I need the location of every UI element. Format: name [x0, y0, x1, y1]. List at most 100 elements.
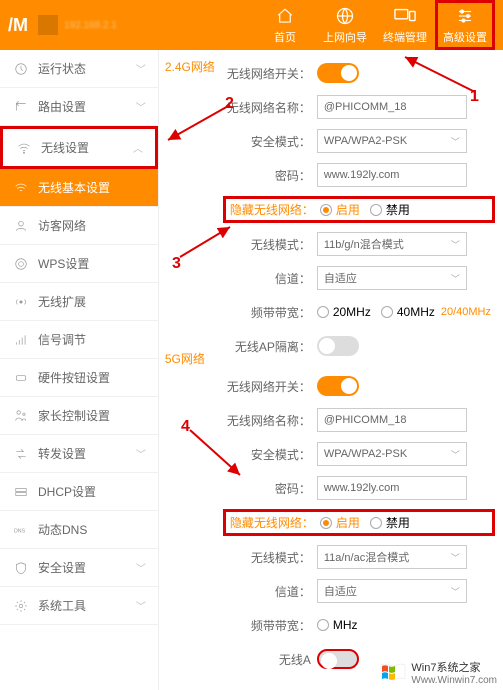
radio-40mhz[interactable]: 40MHz — [381, 305, 435, 319]
select-mode-5g[interactable]: 11a/n/ac混合模式﹀ — [317, 545, 467, 569]
radio-20mhz[interactable]: 20MHz — [317, 305, 371, 319]
row-pwd-24g: 密码：www.192ly.com — [227, 162, 491, 188]
input-pwd-24g[interactable]: www.192ly.com — [317, 163, 467, 187]
top-nav: 首页 上网向导 终端管理 高级设置 — [255, 0, 495, 50]
toggle-switch-24g[interactable] — [317, 63, 359, 83]
nav-label: 上网向导 — [323, 29, 367, 45]
sidebar-item-hardware[interactable]: 硬件按钮设置 — [0, 359, 158, 397]
label-hide: 隐藏无线网络： — [230, 201, 314, 218]
sidebar-item-signal[interactable]: 信号调节 — [0, 321, 158, 359]
sidebar-item-guest[interactable]: 访客网络 — [0, 207, 158, 245]
caret-icon: ﹀ — [451, 551, 460, 564]
label-bw: 频带带宽： — [227, 617, 311, 634]
svg-text:DNS: DNS — [14, 528, 26, 534]
caret-icon: ﹀ — [451, 135, 460, 148]
bw-ext-label: 20/40MHz — [441, 306, 491, 318]
radio-bw-5g[interactable]: MHz — [317, 618, 358, 632]
row-channel-24g: 信道： 自适应﹀ — [227, 265, 491, 291]
row-bw-5g: 频带带宽： MHz — [227, 612, 491, 638]
dhcp-icon — [12, 485, 30, 499]
watermark: Win7系统之家 Www.Winwin7.com — [379, 659, 497, 686]
radio-enable-24g[interactable]: 启用 — [320, 201, 360, 218]
sidebar-label: 系统工具 — [38, 597, 86, 614]
select-sec-24g[interactable]: WPA/WPA2-PSK﹀ — [317, 129, 467, 153]
globe-icon — [335, 5, 355, 27]
input-name-5g[interactable]: @PHICOMM_18 — [317, 408, 467, 432]
caret-icon: ﹀ — [451, 585, 460, 598]
sidebar-label: 动态DNS — [38, 521, 87, 538]
radio-disable-24g[interactable]: 禁用 — [370, 201, 410, 218]
label-channel: 信道： — [227, 270, 311, 287]
chevron-down-icon: ﹀ — [136, 99, 146, 114]
row-hide-5g: 隐藏无线网络： 启用 禁用 — [223, 509, 495, 536]
radio-group-hide-24g: 启用 禁用 — [320, 201, 410, 218]
sidebar-item-security[interactable]: 安全设置﹀ — [0, 549, 158, 587]
sliders-icon — [455, 5, 475, 27]
row-sec-24g: 安全模式：WPA/WPA2-PSK﹀ — [227, 128, 491, 154]
nav-terminal[interactable]: 终端管理 — [375, 0, 435, 50]
sidebar-label: DHCP设置 — [38, 483, 96, 500]
wifi-icon — [15, 141, 33, 155]
sidebar-item-wps[interactable]: WPS设置 — [0, 245, 158, 283]
label-pwd: 密码： — [227, 480, 311, 497]
radio-group-hide-5g: 启用 禁用 — [320, 514, 410, 531]
label-switch: 无线网络开关： — [227, 65, 311, 82]
select-sec-5g[interactable]: WPA/WPA2-PSK﹀ — [317, 442, 467, 466]
sidebar-item-dhcp[interactable]: DHCP设置 — [0, 473, 158, 511]
nav-guide[interactable]: 上网向导 — [315, 0, 375, 50]
radio-group-bw-5g: MHz — [317, 618, 358, 632]
nav-label: 首页 — [274, 29, 296, 45]
sidebar-item-tools[interactable]: 系统工具﹀ — [0, 587, 158, 625]
select-mode-24g[interactable]: 11b/g/n混合模式﹀ — [317, 232, 467, 256]
row-name-5g: 无线网络名称：@PHICOMM_18 — [227, 407, 491, 433]
sidebar-label: 路由设置 — [38, 98, 86, 115]
radio-enable-5g[interactable]: 启用 — [320, 514, 360, 531]
toggle-ap-24g[interactable] — [317, 336, 359, 356]
radio-dot-icon — [370, 517, 382, 529]
sidebar-label: 无线设置 — [41, 139, 89, 156]
row-sec-5g: 安全模式： WPA/WPA2-PSK﹀ — [227, 441, 491, 467]
toggle-switch-5g[interactable] — [317, 376, 359, 396]
nav-home[interactable]: 首页 — [255, 0, 315, 50]
sidebar-item-extend[interactable]: 无线扩展 — [0, 283, 158, 321]
select-channel-24g[interactable]: 自适应﹀ — [317, 266, 467, 290]
row-ap-24g: 无线AP隔离： — [227, 333, 491, 359]
input-pwd-5g[interactable]: www.192ly.com — [317, 476, 467, 500]
radio-dot-icon — [320, 517, 332, 529]
nav-label: 高级设置 — [443, 29, 487, 45]
sidebar-label: 无线基本设置 — [38, 179, 110, 196]
status-icon — [12, 62, 30, 76]
radio-dot-icon — [370, 204, 382, 216]
radio-dot-icon — [317, 619, 329, 631]
nav-advanced[interactable]: 高级设置 — [435, 0, 495, 50]
sidebar-item-route[interactable]: 路由设置 ﹀ — [0, 88, 158, 126]
sidebar-label: 运行状态 — [38, 60, 86, 77]
sidebar-item-wireless-basic[interactable]: 无线基本设置 — [0, 169, 158, 207]
label-mode: 无线模式： — [227, 236, 311, 253]
home-icon — [275, 5, 295, 27]
select-channel-5g[interactable]: 自适应﹀ — [317, 579, 467, 603]
row-switch-24g: 无线网络开关： — [227, 60, 491, 86]
button-icon — [12, 371, 30, 385]
radio-disable-5g[interactable]: 禁用 — [370, 514, 410, 531]
gear-icon — [12, 599, 30, 613]
row-hide-24g: 隐藏无线网络： 启用 禁用 — [223, 196, 495, 223]
label-sec: 安全模式： — [227, 446, 311, 463]
route-icon — [12, 100, 30, 114]
sidebar: 运行状态﹀ 路由设置﹀ 无线设置︿ 无线基本设置 访客网络 WPS设置 无线扩展… — [0, 50, 159, 690]
dns-icon: DNS — [12, 525, 30, 535]
sidebar-item-wireless[interactable]: 无线设置︿ — [0, 126, 158, 169]
sidebar-item-parent[interactable]: 家长控制设置 — [0, 397, 158, 435]
chevron-down-icon: ﹀ — [136, 446, 146, 461]
label-bw: 频带带宽： — [227, 304, 311, 321]
input-name-24g[interactable]: @PHICOMM_18 — [317, 95, 467, 119]
section-title-24g: 2.4G网络 — [165, 58, 215, 75]
sidebar-item-status[interactable]: 运行状态﹀ — [0, 50, 158, 88]
sidebar-item-forward[interactable]: 转发设置﹀ — [0, 435, 158, 473]
sidebar-item-ddns[interactable]: DNS 动态DNS — [0, 511, 158, 549]
sidebar-label: WPS设置 — [38, 255, 89, 272]
label-switch: 无线网络开关： — [227, 378, 311, 395]
watermark-text: Win7系统之家 Www.Winwin7.com — [411, 659, 497, 686]
toggle-ap-5g[interactable] — [317, 649, 359, 669]
sidebar-label: 安全设置 — [38, 559, 86, 576]
